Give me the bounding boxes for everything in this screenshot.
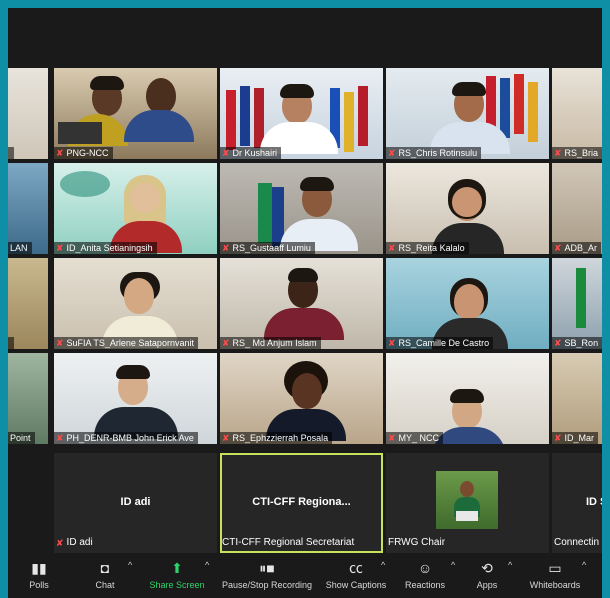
participant-name-label: LAN xyxy=(8,242,32,254)
participant-name-label: ✘ RS_Bria xyxy=(552,147,602,159)
muted-mic-icon: ✘ xyxy=(56,538,64,548)
participant-name-label: ✘ RS_ Md Anjum Islam xyxy=(220,337,321,349)
participant-name-label: ✘ SuFIA TS_Arlene Satapornvanit xyxy=(54,337,198,349)
participant-name-label: ✘ RS_Ephzzierrah Posala xyxy=(220,432,333,444)
participant-name-label xyxy=(8,337,14,349)
top-bar xyxy=(8,8,602,68)
participant-name-label: ✘ SB_Ron xyxy=(552,337,602,349)
participant-name-label: Point xyxy=(8,432,35,444)
pause-stop-icon: ⏸■ xyxy=(259,560,275,576)
apps-options-caret[interactable]: ^ xyxy=(508,560,512,570)
muted-mic-icon: ✘ xyxy=(388,243,396,253)
video-grid: ✘ PNG-NCC ✘ Dr Kushairi ✘ RS_Chris Rotinsul… xyxy=(8,68,602,553)
participant-name-label: ✘ RS_Chris Rotinsulu xyxy=(386,147,482,159)
participant-name-label: ✘ Dr Kushairi xyxy=(220,147,282,159)
participant-name-label: Connectin xyxy=(554,537,600,548)
muted-mic-icon: ✘ xyxy=(222,148,230,158)
video-tile[interactable]: LAN xyxy=(8,163,48,254)
participant-name-label xyxy=(8,147,14,159)
participant-name-label: ✘ ADB_Ar xyxy=(552,242,602,254)
video-tile[interactable]: ✘ PNG-NCC xyxy=(54,68,217,159)
video-tile[interactable]: ID adi ✘ ID adi xyxy=(54,453,217,553)
chat-options-caret[interactable]: ^ xyxy=(128,560,132,570)
active-speaker-tile[interactable]: CTI-CFF Regiona... CTI-CFF Regional Secr… xyxy=(220,453,383,553)
participant-name-label: ✘ RS_Camille De Castro xyxy=(386,337,494,349)
participant-name-label: ✘ RS_Reita Kalalo xyxy=(386,242,469,254)
video-tile[interactable]: ✘ PH_DENR-BMB John Erick Ave xyxy=(54,353,217,444)
muted-mic-icon: ✘ xyxy=(554,338,562,348)
participant-name-label: ✘ ID adi xyxy=(56,537,93,548)
zoom-meeting-window: ✘ PNG-NCC ✘ Dr Kushairi ✘ RS_Chris Rotinsul… xyxy=(8,8,602,598)
video-tile[interactable]: ✘ SuFIA TS_Arlene Satapornvanit xyxy=(54,258,217,349)
participant-name-label: ✘ PNG-NCC xyxy=(54,147,113,159)
speech-bubble-icon: ◘ xyxy=(100,560,110,576)
video-tile[interactable]: ✘ ID_Mar xyxy=(552,353,602,444)
video-tile[interactable]: ✘ ADB_Ar xyxy=(552,163,602,254)
muted-mic-icon: ✘ xyxy=(56,148,64,158)
video-tile[interactable]: ✘ ID_Anita Setianingsih xyxy=(54,163,217,254)
muted-mic-icon: ✘ xyxy=(56,243,64,253)
video-tile[interactable]: ✘ SB_Ron xyxy=(552,258,602,349)
muted-mic-icon: ✘ xyxy=(554,433,562,443)
video-tile[interactable]: Point xyxy=(8,353,48,444)
share-options-caret[interactable]: ^ xyxy=(205,560,209,570)
participant-name-label: CTI-CFF Regional Secretariat xyxy=(222,537,355,548)
video-tile[interactable]: ✘ RS_Chris Rotinsulu xyxy=(386,68,549,159)
participant-name-label: ✘ PH_DENR-BMB John Erick Ave xyxy=(54,432,198,444)
muted-mic-icon: ✘ xyxy=(222,338,230,348)
video-tile[interactable]: ✘ RS_Bria xyxy=(552,68,602,159)
video-tile[interactable]: ✘ RS_Camille De Castro xyxy=(386,258,549,349)
muted-mic-icon: ✘ xyxy=(388,148,396,158)
participant-display-name: CTI-CFF Regiona... xyxy=(252,496,351,508)
video-tile[interactable]: ✘ Dr Kushairi xyxy=(220,68,383,159)
participant-name-label: ✘ MY_ NCC xyxy=(386,432,444,444)
participant-display-name: ID adi xyxy=(120,496,151,508)
pause-stop-recording-button[interactable]: ⏸■ Pause/Stop Recording xyxy=(219,559,315,595)
participant-name-label: ✘ ID_Anita Setianingsih xyxy=(54,242,157,254)
apps-icon: ⟲ xyxy=(481,560,493,576)
participant-display-name: ID S xyxy=(586,496,602,508)
muted-mic-icon: ✘ xyxy=(388,338,396,348)
profile-picture xyxy=(436,471,498,529)
video-tile[interactable] xyxy=(8,258,48,349)
muted-mic-icon: ✘ xyxy=(388,433,396,443)
muted-mic-icon: ✘ xyxy=(56,338,64,348)
muted-mic-icon: ✘ xyxy=(56,433,64,443)
muted-mic-icon: ✘ xyxy=(554,148,562,158)
video-tile[interactable]: ✘ RS_Ephzzierrah Posala xyxy=(220,353,383,444)
video-tile[interactable]: ✘ MY_ NCC xyxy=(386,353,549,444)
participant-name-label: ✘ ID_Mar xyxy=(552,432,599,444)
video-tile[interactable]: ✘ RS_ Md Anjum Islam xyxy=(220,258,383,349)
whiteboards-options-caret[interactable]: ^ xyxy=(582,560,586,570)
muted-mic-icon: ✘ xyxy=(222,433,230,443)
chat-button[interactable]: ◘ Chat xyxy=(66,559,144,595)
muted-mic-icon: ✘ xyxy=(222,243,230,253)
muted-mic-icon: ✘ xyxy=(554,243,562,253)
participant-name-label: FRWG Chair xyxy=(388,537,446,548)
captions-options-caret[interactable]: ^ xyxy=(381,560,385,570)
participant-name-label: ✘ RS_Gustaaff Lumiu xyxy=(220,242,315,254)
video-tile[interactable]: ID S Connectin xyxy=(552,453,602,553)
video-tile[interactable]: FRWG Chair xyxy=(386,453,549,553)
video-tile[interactable] xyxy=(8,68,48,159)
meeting-toolbar: ▮▮ Polls ◘ Chat ^ ⬆ Share Screen ^ ⏸■ Pa… xyxy=(8,553,602,598)
apps-button[interactable]: ⟲ Apps xyxy=(448,559,526,595)
video-tile[interactable]: ✘ RS_Reita Kalalo xyxy=(386,163,549,254)
video-tile[interactable]: ✘ RS_Gustaaff Lumiu xyxy=(220,163,383,254)
